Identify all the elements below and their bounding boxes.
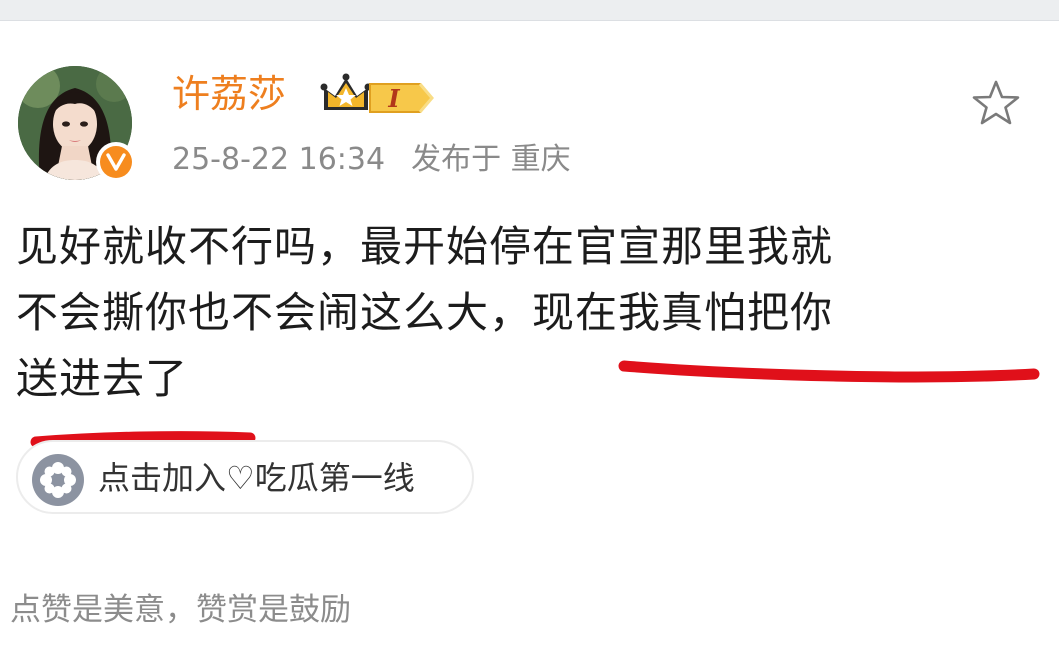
top-strip xyxy=(0,0,1059,21)
favorite-button[interactable] xyxy=(970,78,1022,128)
post-line: 见好就收不行吗，最开始停在官宣那里我就 xyxy=(16,222,834,271)
crown-icon xyxy=(320,73,372,110)
flower-icon xyxy=(32,454,84,506)
topic-label: 点击加入♡吃瓜第一线 xyxy=(98,459,415,497)
post-body: 见好就收不行吗，最开始停在官宣那里我就 不会撕你也不会闹这么大，现在我真怕把你 … xyxy=(16,214,1036,412)
v-verified-icon xyxy=(100,146,132,178)
avatar-container[interactable] xyxy=(18,66,136,182)
verified-badge xyxy=(96,142,136,182)
post-line: 送进去了 xyxy=(16,354,189,403)
post-timestamp: 25-8-22 16:34 xyxy=(172,142,386,177)
star-outline-icon xyxy=(972,80,1020,125)
topic-join-button[interactable]: 点击加入♡吃瓜第一线 xyxy=(16,440,474,514)
reward-text: 点赞是美意，赞赏是鼓励 xyxy=(10,592,351,628)
post-line: 不会撕你也不会闹这么大，现在我真怕把你 xyxy=(16,288,834,337)
vip-level: I xyxy=(387,84,400,113)
post-meta: 25-8-22 16:34 发布于 重庆 xyxy=(172,140,571,180)
username[interactable]: 许荔莎 xyxy=(172,70,286,118)
post-location: 发布于 重庆 xyxy=(411,142,571,177)
vip-badge[interactable]: I xyxy=(320,70,436,120)
